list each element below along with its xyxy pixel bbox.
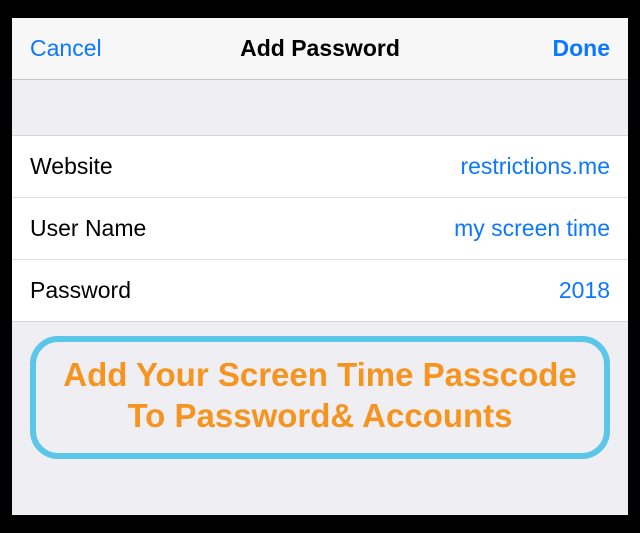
- password-label: Password: [30, 277, 131, 304]
- website-input[interactable]: [133, 153, 610, 180]
- page-title: Add Password: [120, 35, 520, 62]
- annotation-callout: Add Your Screen Time Passcode To Passwor…: [30, 336, 610, 459]
- outer-frame: Cancel Add Password Done Website User Na…: [0, 0, 640, 533]
- password-input[interactable]: [151, 277, 610, 304]
- form-list: Website User Name Password: [12, 136, 628, 322]
- username-row[interactable]: User Name: [12, 198, 628, 260]
- password-row[interactable]: Password: [12, 260, 628, 322]
- website-label: Website: [30, 153, 113, 180]
- navigation-bar: Cancel Add Password Done: [12, 18, 628, 80]
- username-input[interactable]: [166, 215, 610, 242]
- username-label: User Name: [30, 215, 146, 242]
- done-button[interactable]: Done: [520, 35, 610, 62]
- cancel-button[interactable]: Cancel: [30, 35, 120, 62]
- section-spacer: [12, 80, 628, 136]
- ios-screen: Cancel Add Password Done Website User Na…: [12, 18, 628, 515]
- footer-area: Add Your Screen Time Passcode To Passwor…: [12, 322, 628, 515]
- website-row[interactable]: Website: [12, 136, 628, 198]
- annotation-text: Add Your Screen Time Passcode To Passwor…: [56, 354, 584, 437]
